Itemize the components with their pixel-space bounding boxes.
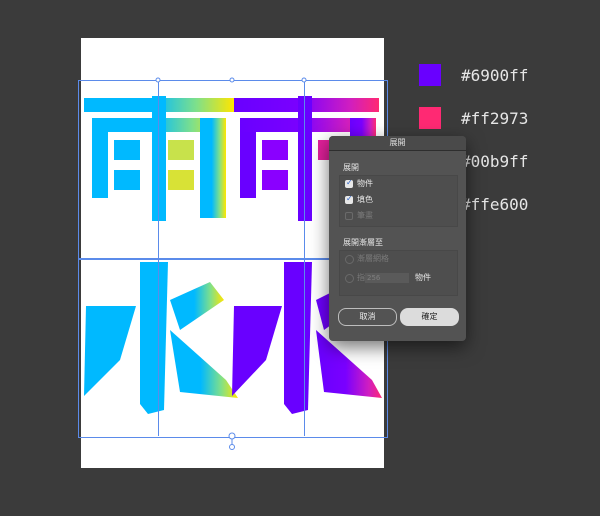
stroke-checkbox-label: 筆畫 bbox=[357, 211, 373, 220]
specify-unit-label: 物件 bbox=[415, 273, 431, 282]
dialog-title: 展開 bbox=[329, 136, 466, 151]
swatch-pink bbox=[419, 107, 441, 129]
swatch-hex-label: #6900ff bbox=[461, 66, 529, 85]
radio-icon bbox=[345, 255, 354, 264]
swatch-hex-label: #ff2973 bbox=[461, 109, 529, 128]
ok-button[interactable]: 確定 bbox=[400, 308, 459, 326]
swatch-purple bbox=[419, 64, 441, 86]
object-checkbox-label: 物件 bbox=[357, 179, 373, 188]
specify-objects-radio: 指定: 256 物件 bbox=[345, 273, 455, 283]
gradient-mesh-label: 漸層網格 bbox=[357, 254, 389, 263]
checkbox-unchecked-icon bbox=[345, 212, 353, 220]
swatch-hex-label: #00b9ff bbox=[461, 152, 529, 171]
specify-count-input: 256 bbox=[365, 273, 409, 283]
checkbox-checked-icon[interactable] bbox=[345, 194, 353, 204]
swatch-hex-label: #ffe600 bbox=[461, 195, 529, 214]
expand-group-title: 展開 bbox=[343, 163, 359, 172]
fill-checkbox-label: 填色 bbox=[357, 195, 373, 204]
selection-divider-left bbox=[158, 80, 159, 436]
selection-divider-right bbox=[304, 80, 305, 436]
expand-dialog: 展開 展開 物件 填色 筆畫 展開漸層至 漸層網格 指定: 256 物件 取消 … bbox=[329, 136, 466, 341]
checkbox-checked-icon[interactable] bbox=[345, 178, 353, 188]
cancel-button[interactable]: 取消 bbox=[338, 308, 397, 326]
gradient-group-title: 展開漸層至 bbox=[343, 238, 383, 247]
radio-icon bbox=[345, 274, 354, 283]
